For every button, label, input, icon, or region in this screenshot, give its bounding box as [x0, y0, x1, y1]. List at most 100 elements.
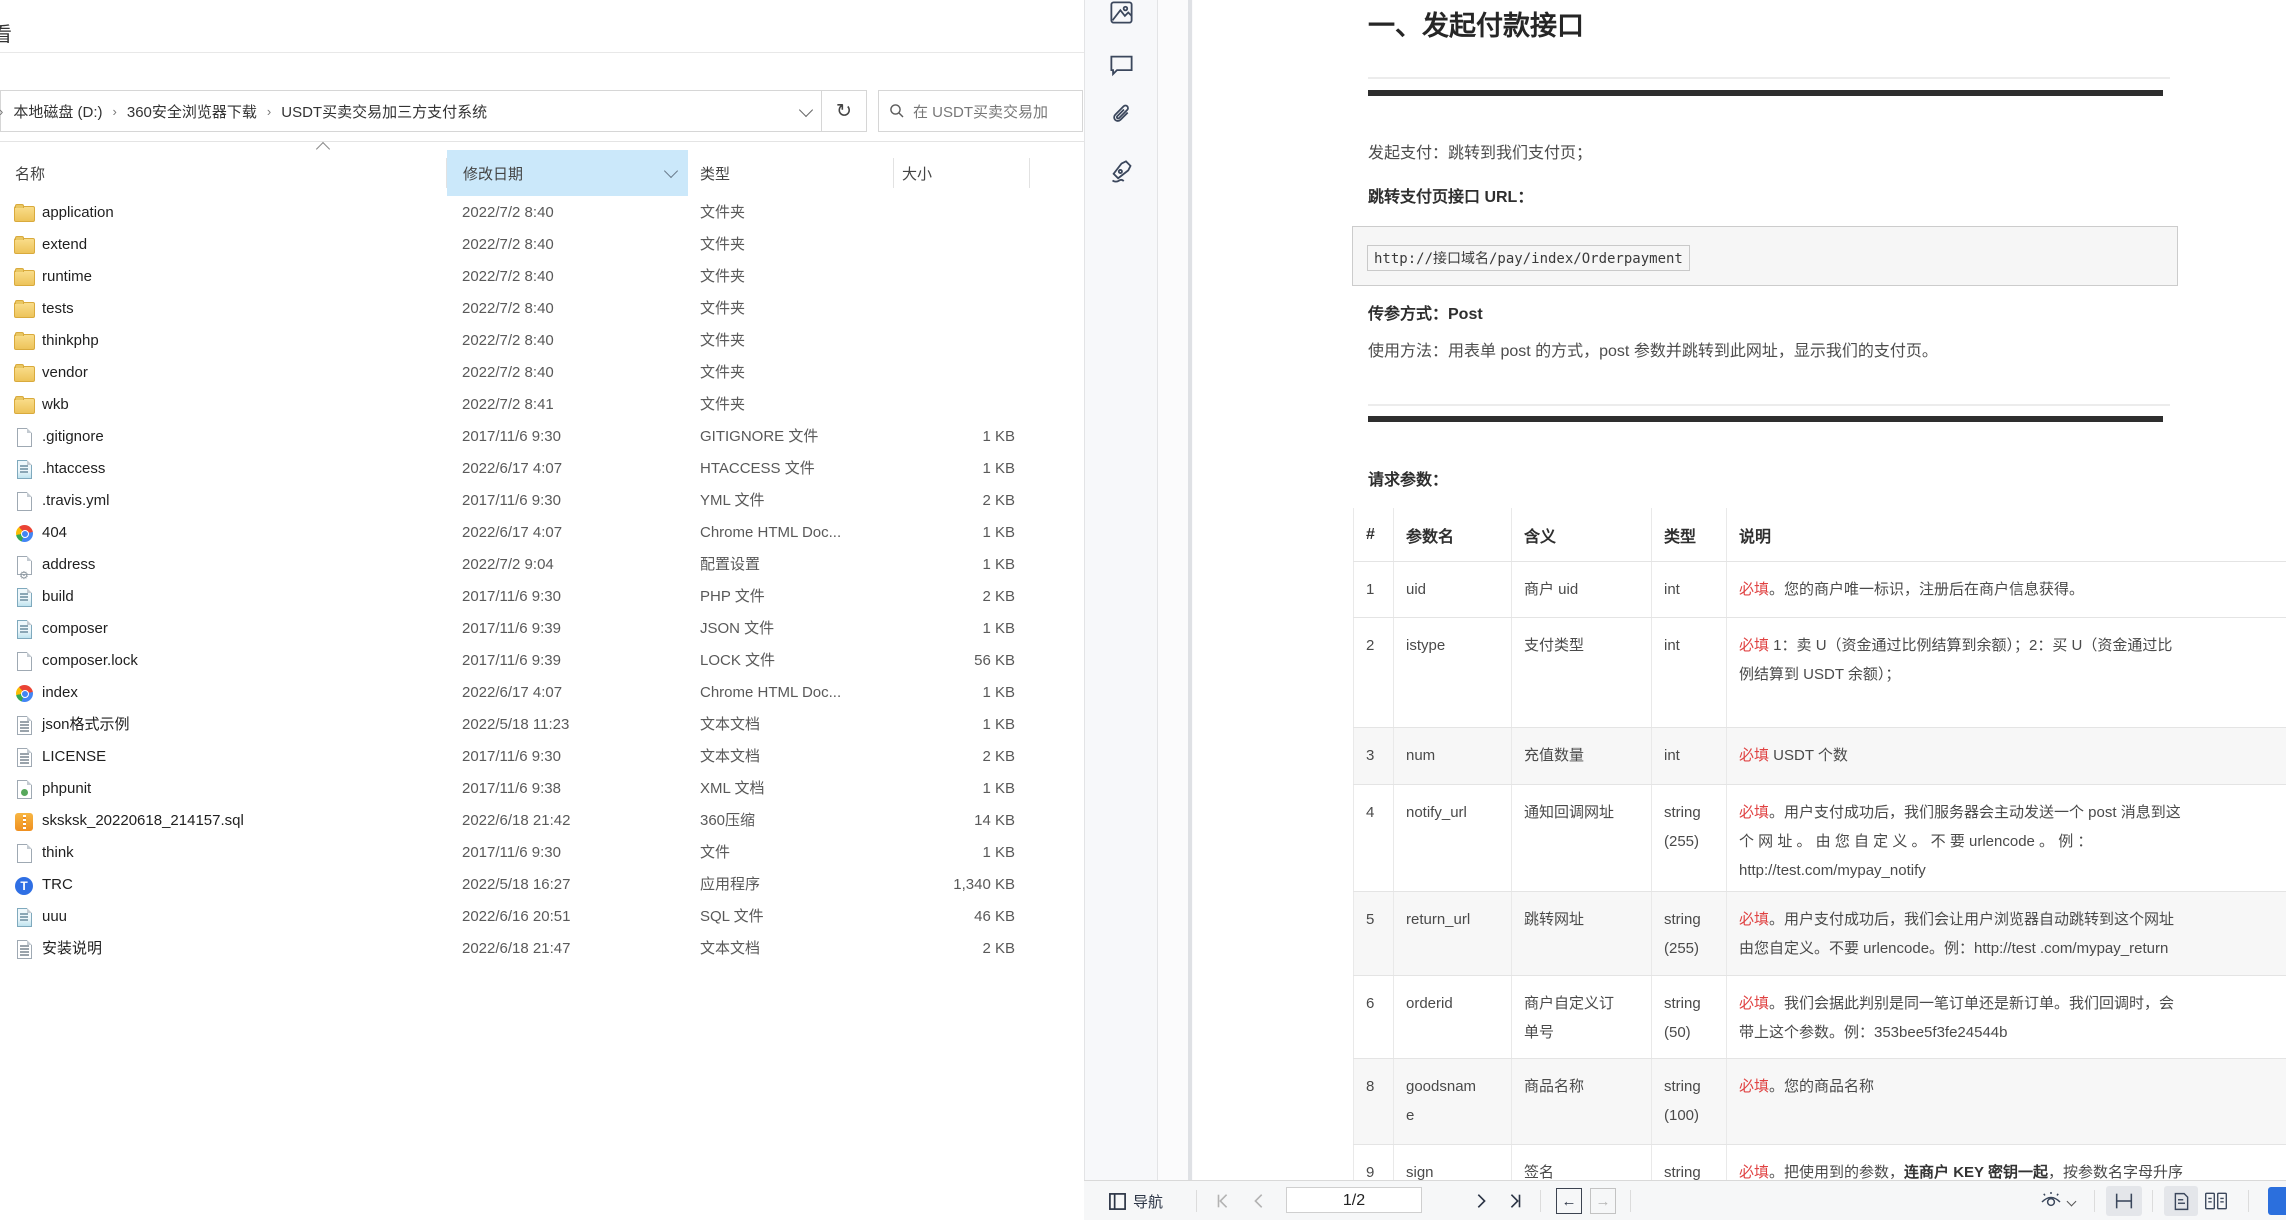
file-size: 1 KB — [982, 620, 1015, 637]
file-row[interactable]: vendor 2022/7/2 8:40 文件夹 — [0, 357, 1085, 389]
url-code[interactable]: http://接口域名/pay/index/Orderpayment — [1367, 245, 1690, 271]
file-row[interactable]: tests 2022/7/2 8:40 文件夹 — [0, 293, 1085, 325]
file-row[interactable]: T TRC 2022/5/18 16:27 应用程序 1,340 KB — [0, 869, 1085, 901]
sort-ascending-icon — [315, 141, 331, 157]
column-header-date[interactable]: 修改日期 — [463, 163, 523, 184]
file-row[interactable]: .htaccess 2022/6/17 4:07 HTACCESS 文件 1 KB — [0, 453, 1085, 485]
facing-pages-button[interactable] — [2204, 1181, 2228, 1220]
breadcrumb[interactable]: › 本地磁盘 (D:) › 360安全浏览器下载 › USDT买卖交易加三方支付… — [0, 90, 822, 132]
param-desc: 必填。把使用到的参数，连商户 KEY 密钥一起，按参数名字母升序排序，把参数值拼… — [1726, 1144, 2286, 1180]
file-date: 2017/11/6 9:30 — [462, 588, 561, 605]
document-pane: 一、发起付款接口 发起支付：跳转到我们支付页； 跳转支付页接口 URL： htt… — [1158, 0, 2286, 1220]
page-indicator-input[interactable]: 1/2 — [1286, 1187, 1422, 1213]
last-page-button[interactable] — [1506, 1181, 1524, 1220]
file-list: application 2022/7/2 8:40 文件夹 extend 2022/7/… — [0, 197, 1085, 965]
refresh-button[interactable]: ↻ — [821, 90, 867, 132]
comment-icon[interactable] — [1108, 51, 1135, 78]
column-header-name[interactable]: 名称 — [15, 163, 45, 184]
history-forward-button[interactable]: → — [1590, 1188, 1616, 1214]
first-page-button[interactable] — [1214, 1181, 1232, 1220]
insert-image-icon[interactable] — [1108, 0, 1135, 26]
file-row[interactable]: wkb 2022/7/2 8:41 文件夹 — [0, 389, 1085, 421]
file-row[interactable]: address 2022/7/2 9:04 配置设置 1 KB — [0, 549, 1085, 592]
file-row[interactable]: .gitignore 2017/11/6 9:30 GITIGNORE 文件 1 KB — [0, 421, 1085, 453]
param-type: string (50) — [1651, 975, 1727, 1059]
address-dropdown-icon[interactable] — [798, 102, 814, 118]
file-type: 文件夹 — [700, 364, 746, 381]
file-row[interactable]: runtime 2022/7/2 8:40 文件夹 — [0, 261, 1085, 293]
params-label: 请求参数： — [1368, 472, 1449, 489]
file-type: Chrome HTML Doc... — [700, 524, 842, 541]
column-divider[interactable] — [446, 158, 447, 188]
column-header-size[interactable]: 大小 — [902, 163, 932, 184]
zoom-control-fragment[interactable] — [2268, 1187, 2286, 1215]
param-index: 2 — [1353, 617, 1394, 728]
param-type: string (100) — [1651, 1058, 1727, 1145]
breadcrumb-item-folder[interactable]: USDT买卖交易加三方支付系统 — [281, 101, 487, 122]
file-row[interactable]: build 2017/11/6 9:30 PHP 文件 2 KB — [0, 581, 1085, 613]
params-row: 3 num 充值数量 int 必填 USDT 个数 — [1353, 727, 2286, 785]
param-index: 9 — [1353, 1144, 1394, 1180]
param-desc: 必填 1：卖 U（资金通过比例结算到余额）；2：买 U（资金通过比 例结算到 US… — [1726, 617, 2286, 728]
file-type: 文本文档 — [700, 748, 761, 765]
column-header-type[interactable]: 类型 — [700, 163, 730, 184]
param-type: int — [1651, 727, 1727, 785]
next-page-button[interactable] — [1472, 1181, 1490, 1220]
search-box[interactable]: 在 USDT买卖交易加 — [878, 90, 1083, 132]
previous-page-button[interactable] — [1250, 1181, 1268, 1220]
file-row[interactable]: composer.lock 2017/11/6 9:39 LOCK 文件 56 KB — [0, 645, 1085, 677]
file-name: build — [42, 588, 74, 605]
file-name: LICENSE — [42, 748, 107, 765]
file-name: 安装说明 — [42, 940, 103, 957]
file-size: 1 KB — [982, 844, 1015, 861]
file-name: .travis.yml — [42, 492, 110, 509]
file-size: 1 KB — [982, 556, 1015, 573]
file-row[interactable]: 404 2022/6/17 4:07 Chrome HTML Doc... 1 KB — [0, 517, 1085, 549]
file-row[interactable]: .travis.yml 2017/11/6 9:30 YML 文件 2 KB — [0, 485, 1085, 517]
file-row[interactable]: phpunit 2017/11/6 9:38 XML 文档 1 KB — [0, 773, 1085, 805]
view-mode-button[interactable] — [2039, 1181, 2077, 1220]
file-row[interactable]: think 2017/11/6 9:30 文件 1 KB — [0, 837, 1085, 869]
file-size: 1 KB — [982, 524, 1015, 541]
column-divider[interactable] — [893, 158, 894, 188]
column-filter-icon[interactable] — [663, 163, 679, 179]
file-name: 404 — [42, 524, 68, 541]
signature-icon[interactable] — [1108, 158, 1135, 185]
chrome-icon — [16, 685, 33, 702]
file-row[interactable]: thinkphp 2022/7/2 8:40 文件夹 — [0, 325, 1085, 357]
file-row[interactable]: LICENSE 2017/11/6 9:30 文本文档 2 KB — [0, 741, 1085, 773]
doc-icon — [17, 588, 32, 607]
param-type: string (255) — [1651, 784, 1727, 892]
folder-icon — [14, 236, 35, 254]
file-row[interactable]: extend 2022/7/2 8:40 文件夹 — [0, 229, 1085, 261]
file-icon — [17, 844, 32, 863]
history-back-button[interactable]: ← — [1556, 1188, 1582, 1214]
fit-width-button[interactable] — [2106, 1186, 2142, 1216]
method-desc: 使用方法：用表单 post 的方式，post 参数并跳转到此网址，显示我们的支付… — [1368, 343, 1938, 360]
folder-icon — [14, 332, 35, 350]
trc-icon: T — [15, 877, 33, 895]
navigation-toggle-button[interactable]: 导航 — [1108, 1181, 1163, 1220]
file-row[interactable]: json格式示例 2022/5/18 11:23 文本文档 1 KB — [0, 709, 1085, 741]
file-row[interactable]: 安装说明 2022/6/18 21:47 文本文档 2 KB — [0, 933, 1085, 965]
search-icon — [890, 104, 904, 118]
file-name: sksksk_20220618_214157.sql — [42, 812, 244, 829]
file-row[interactable]: sksksk_20220618_214157.sql 2022/6/18 21:4… — [0, 805, 1085, 837]
attachment-icon[interactable] — [1108, 103, 1135, 130]
params-col-header: 类型 — [1651, 508, 1727, 562]
column-divider[interactable] — [1029, 158, 1030, 188]
column-header-date-highlight[interactable]: 修改日期 — [447, 150, 688, 196]
file-row[interactable]: composer 2017/11/6 9:39 JSON 文件 1 KB — [0, 613, 1085, 645]
single-page-button[interactable] — [2164, 1186, 2198, 1216]
url-code-block[interactable]: http://接口域名/pay/index/Orderpayment — [1352, 226, 2178, 286]
search-input[interactable]: 在 USDT买卖交易加 — [913, 101, 1048, 122]
file-row[interactable]: uuu 2022/6/16 20:51 SQL 文件 46 KB — [0, 901, 1085, 933]
breadcrumb-item-drive[interactable]: 本地磁盘 (D:) — [13, 101, 102, 122]
breadcrumb-item-downloads[interactable]: 360安全浏览器下载 — [127, 101, 257, 122]
file-row[interactable]: application 2022/7/2 8:40 文件夹 — [0, 197, 1085, 229]
param-meaning: 商户自定义订 单号 — [1511, 975, 1652, 1059]
document-page: 一、发起付款接口 发起支付：跳转到我们支付页； 跳转支付页接口 URL： htt… — [1193, 0, 2286, 1180]
param-meaning: 签名 — [1511, 1144, 1652, 1180]
file-row[interactable]: index 2022/6/17 4:07 Chrome HTML Doc... 1 K… — [0, 677, 1085, 709]
param-type: string(32) — [1651, 1144, 1727, 1180]
